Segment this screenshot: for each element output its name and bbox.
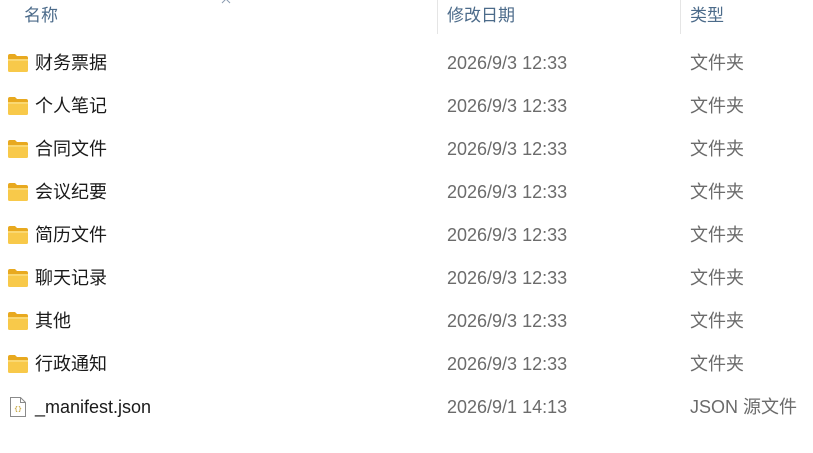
file-name: 行政通知 bbox=[35, 354, 107, 374]
file-row[interactable]: 其他 2026/9/3 12:33 文件夹 bbox=[0, 300, 813, 343]
file-modified-date: 2026/9/3 12:33 bbox=[447, 53, 568, 73]
file-modified-date: 2026/9/3 12:33 bbox=[447, 354, 568, 374]
json-file-icon: {} bbox=[9, 396, 27, 418]
file-list-view: 名称 修改日期 类型 财务票据 2026/9/3 12:33 文件夹 个人笔记 … bbox=[0, 0, 813, 453]
column-header-bar: 名称 修改日期 类型 bbox=[0, 0, 813, 36]
file-name: 会议纪要 bbox=[35, 182, 107, 202]
column-header-type[interactable]: 类型 bbox=[690, 0, 808, 34]
file-type: 文件夹 bbox=[690, 225, 744, 245]
sort-caret-icon bbox=[220, 0, 232, 5]
file-name: 合同文件 bbox=[35, 139, 107, 159]
file-modified-date: 2026/9/3 12:33 bbox=[447, 225, 568, 245]
column-header-name[interactable]: 名称 bbox=[24, 0, 429, 34]
file-row[interactable]: 个人笔记 2026/9/3 12:33 文件夹 bbox=[0, 85, 813, 128]
file-modified-date: 2026/9/3 12:33 bbox=[447, 182, 568, 202]
file-row[interactable]: 行政通知 2026/9/3 12:33 文件夹 bbox=[0, 343, 813, 386]
file-modified-date: 2026/9/3 12:33 bbox=[447, 311, 568, 331]
file-row[interactable]: 简历文件 2026/9/3 12:33 文件夹 bbox=[0, 214, 813, 257]
file-name: 个人笔记 bbox=[35, 96, 107, 116]
file-type: 文件夹 bbox=[690, 311, 744, 331]
file-name: 其他 bbox=[35, 311, 71, 331]
file-row[interactable]: 合同文件 2026/9/3 12:33 文件夹 bbox=[0, 128, 813, 171]
folder-icon bbox=[7, 96, 29, 116]
file-type: 文件夹 bbox=[690, 96, 744, 116]
file-rows: 财务票据 2026/9/3 12:33 文件夹 个人笔记 2026/9/3 12… bbox=[0, 42, 813, 429]
file-type: 文件夹 bbox=[690, 268, 744, 288]
file-name: 财务票据 bbox=[35, 53, 107, 73]
file-name: 聊天记录 bbox=[35, 268, 107, 288]
folder-icon bbox=[7, 53, 29, 73]
folder-icon bbox=[7, 139, 29, 159]
column-header-date[interactable]: 修改日期 bbox=[447, 0, 672, 34]
column-divider[interactable] bbox=[437, 0, 438, 34]
file-name: 简历文件 bbox=[35, 225, 107, 245]
file-modified-date: 2026/9/3 12:33 bbox=[447, 96, 568, 116]
file-type: 文件夹 bbox=[690, 182, 744, 202]
file-name: _manifest.json bbox=[35, 397, 152, 417]
folder-icon bbox=[7, 268, 29, 288]
file-modified-date: 2026/9/3 12:33 bbox=[447, 268, 568, 288]
folder-icon bbox=[7, 182, 29, 202]
file-type: 文件夹 bbox=[690, 354, 744, 374]
folder-icon bbox=[7, 311, 29, 331]
file-row[interactable]: 聊天记录 2026/9/3 12:33 文件夹 bbox=[0, 257, 813, 300]
column-divider[interactable] bbox=[680, 0, 681, 34]
svg-text:{}: {} bbox=[14, 405, 22, 413]
file-modified-date: 2026/9/3 12:33 bbox=[447, 139, 568, 159]
file-row[interactable]: 会议纪要 2026/9/3 12:33 文件夹 bbox=[0, 171, 813, 214]
file-modified-date: 2026/9/1 14:13 bbox=[447, 397, 568, 417]
file-type: JSON 源文件 bbox=[690, 397, 798, 417]
file-row[interactable]: 财务票据 2026/9/3 12:33 文件夹 bbox=[0, 42, 813, 85]
folder-icon bbox=[7, 225, 29, 245]
file-row[interactable]: {} _manifest.json 2026/9/1 14:13 JSON 源文… bbox=[0, 386, 813, 429]
file-type: 文件夹 bbox=[690, 53, 744, 73]
file-type: 文件夹 bbox=[690, 139, 744, 159]
folder-icon bbox=[7, 354, 29, 374]
